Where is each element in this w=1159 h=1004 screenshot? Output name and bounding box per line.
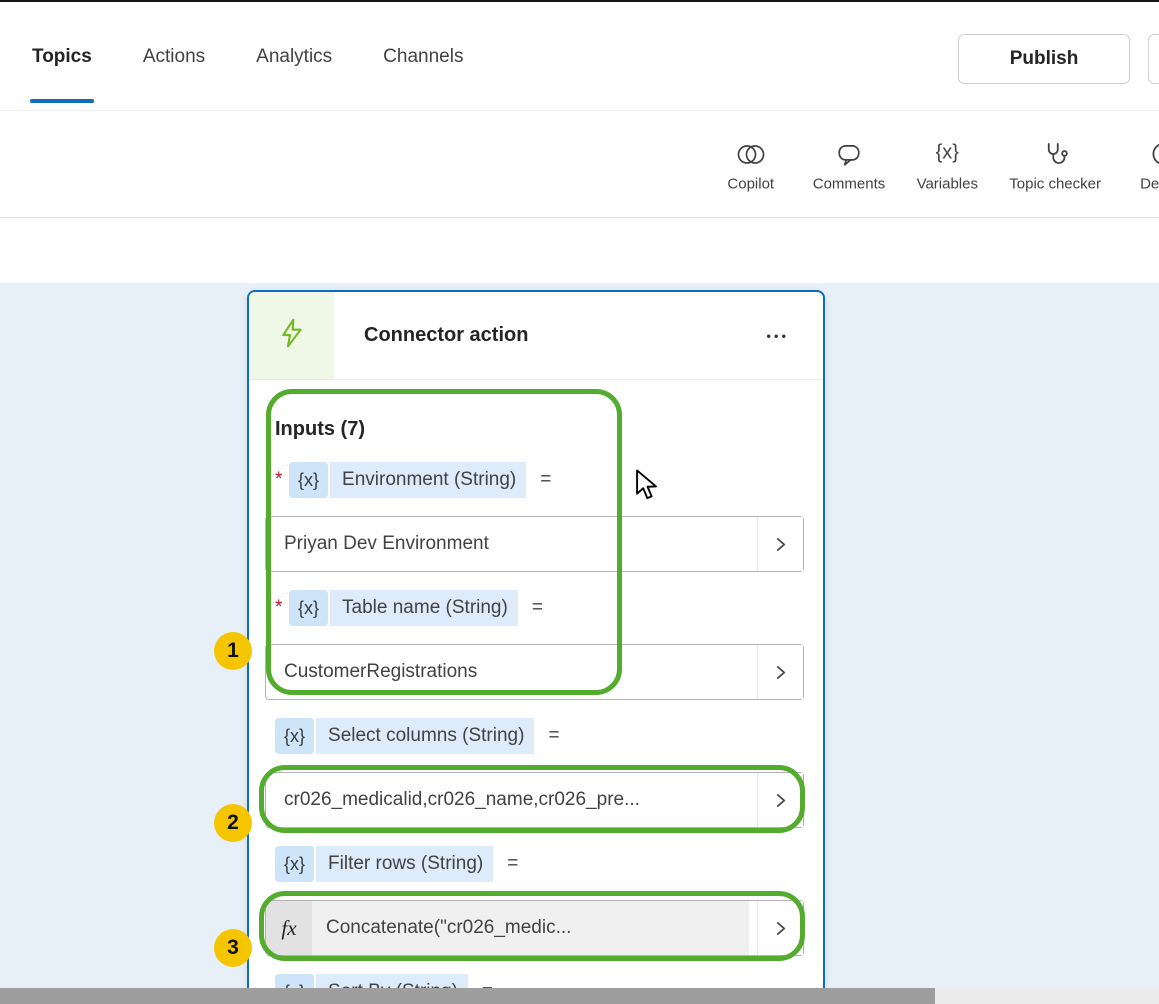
expand-chevron-button[interactable]	[757, 901, 803, 955]
annotation-marker-3: 3	[214, 929, 252, 967]
field-filter-rows-label-row: {x} Filter rows (String) =	[265, 842, 807, 886]
expand-chevron-button[interactable]	[757, 517, 803, 571]
tab-analytics[interactable]: Analytics	[254, 2, 334, 112]
node-more-menu-button[interactable]: •••	[760, 327, 795, 344]
expand-chevron-button[interactable]	[757, 645, 803, 699]
top-navigation-bar: Topics Actions Analytics Channels Publis…	[0, 0, 1159, 110]
equals-sign: =	[507, 853, 518, 875]
toolbar-copilot-button[interactable]: Copilot	[719, 136, 783, 193]
toolbar-items: Copilot Comments {x} Variables	[719, 136, 1159, 193]
field-filter-rows-value-input[interactable]: fx Concatenate("cr026_medic...	[265, 900, 804, 956]
field-table-name-value-input[interactable]: CustomerRegistrations	[265, 644, 804, 700]
tab-topics-label: Topics	[32, 46, 92, 68]
variable-badge-icon: {x}	[289, 462, 328, 498]
toolbar-comments-button[interactable]: Comments	[813, 136, 886, 193]
required-marker: *	[275, 469, 289, 491]
tab-analytics-label: Analytics	[256, 46, 332, 68]
authoring-canvas[interactable]: Connector action ••• Inputs (7) * {x} En…	[0, 283, 1159, 1004]
tab-topics[interactable]: Topics	[30, 2, 94, 112]
tab-channels-label: Channels	[383, 46, 463, 68]
comment-icon	[836, 136, 862, 168]
field-select-columns-value-input[interactable]: cr026_medicalid,cr026_name,cr026_pre...	[265, 772, 804, 828]
annotation-marker-1: 1	[214, 632, 252, 670]
horizontal-scrollbar-thumb[interactable]	[0, 988, 935, 1004]
required-marker: *	[275, 597, 289, 619]
equals-sign: =	[548, 725, 559, 747]
field-table-name-label: Table name (String)	[330, 590, 518, 626]
toolbar-topic-checker-button[interactable]: Topic checker	[1009, 136, 1101, 193]
toolbar-details-button[interactable]: Details	[1131, 136, 1159, 193]
tab-channels[interactable]: Channels	[381, 2, 465, 112]
copilot-icon	[736, 136, 766, 168]
expand-chevron-button[interactable]	[757, 773, 803, 827]
field-select-columns-value-text: cr026_medicalid,cr026_name,cr026_pre...	[266, 773, 757, 827]
node-icon-cell	[249, 292, 334, 379]
variables-glyph: {x}	[936, 138, 959, 168]
info-icon	[1150, 136, 1159, 168]
field-filter-rows-label: Filter rows (String)	[316, 846, 493, 882]
formula-fx-icon: fx	[266, 901, 312, 955]
publish-button[interactable]: Publish	[958, 34, 1130, 84]
toolbar-variables-label: Variables	[917, 176, 978, 193]
variables-icon: {x}	[936, 136, 959, 168]
node-body: Inputs (7) * {x} Environment (String) = …	[249, 380, 823, 1004]
tab-actions[interactable]: Actions	[141, 2, 207, 112]
toolbar-copilot-label: Copilot	[727, 176, 774, 193]
node-header: Connector action •••	[249, 292, 823, 380]
lightning-bolt-icon	[276, 317, 308, 354]
tab-actions-label: Actions	[143, 46, 205, 68]
stethoscope-icon	[1042, 136, 1069, 168]
topic-toolbar: Copilot Comments {x} Variables	[0, 110, 1159, 218]
field-environment-value-input[interactable]: Priyan Dev Environment	[265, 516, 804, 572]
toolbar-topic-checker-label: Topic checker	[1009, 176, 1101, 193]
inputs-header: Inputs (7)	[265, 414, 807, 444]
equals-sign: =	[540, 469, 551, 491]
field-table-name-label-row: * {x} Table name (String) =	[265, 586, 807, 630]
formula-pill: fx Concatenate("cr026_medic...	[266, 901, 749, 955]
field-environment-label-row: * {x} Environment (String) =	[265, 458, 807, 502]
toolbar-variables-button[interactable]: {x} Variables	[915, 136, 979, 193]
node-title: Connector action	[364, 324, 528, 347]
field-filter-rows-value-text: Concatenate("cr026_medic...	[312, 901, 571, 955]
variable-badge-icon: {x}	[275, 846, 314, 882]
field-filter-rows-formula: fx Concatenate("cr026_medic...	[266, 901, 757, 955]
field-select-columns-label-row: {x} Select columns (String) =	[265, 714, 807, 758]
field-environment-value-text: Priyan Dev Environment	[266, 517, 757, 571]
connector-action-node[interactable]: Connector action ••• Inputs (7) * {x} En…	[247, 290, 825, 1004]
field-table-name-value-text: CustomerRegistrations	[266, 645, 757, 699]
partial-right-button[interactable]	[1148, 34, 1159, 84]
toolbar-details-label: Details	[1140, 176, 1159, 193]
nav-tabs: Topics Actions Analytics Channels	[30, 2, 465, 112]
horizontal-scrollbar[interactable]	[0, 988, 1159, 1004]
equals-sign: =	[532, 597, 543, 619]
field-environment-label: Environment (String)	[330, 462, 526, 498]
field-select-columns-label: Select columns (String)	[316, 718, 534, 754]
annotation-marker-2: 2	[214, 804, 252, 842]
toolbar-comments-label: Comments	[813, 176, 886, 193]
variable-badge-icon: {x}	[289, 590, 328, 626]
variable-badge-icon: {x}	[275, 718, 314, 754]
